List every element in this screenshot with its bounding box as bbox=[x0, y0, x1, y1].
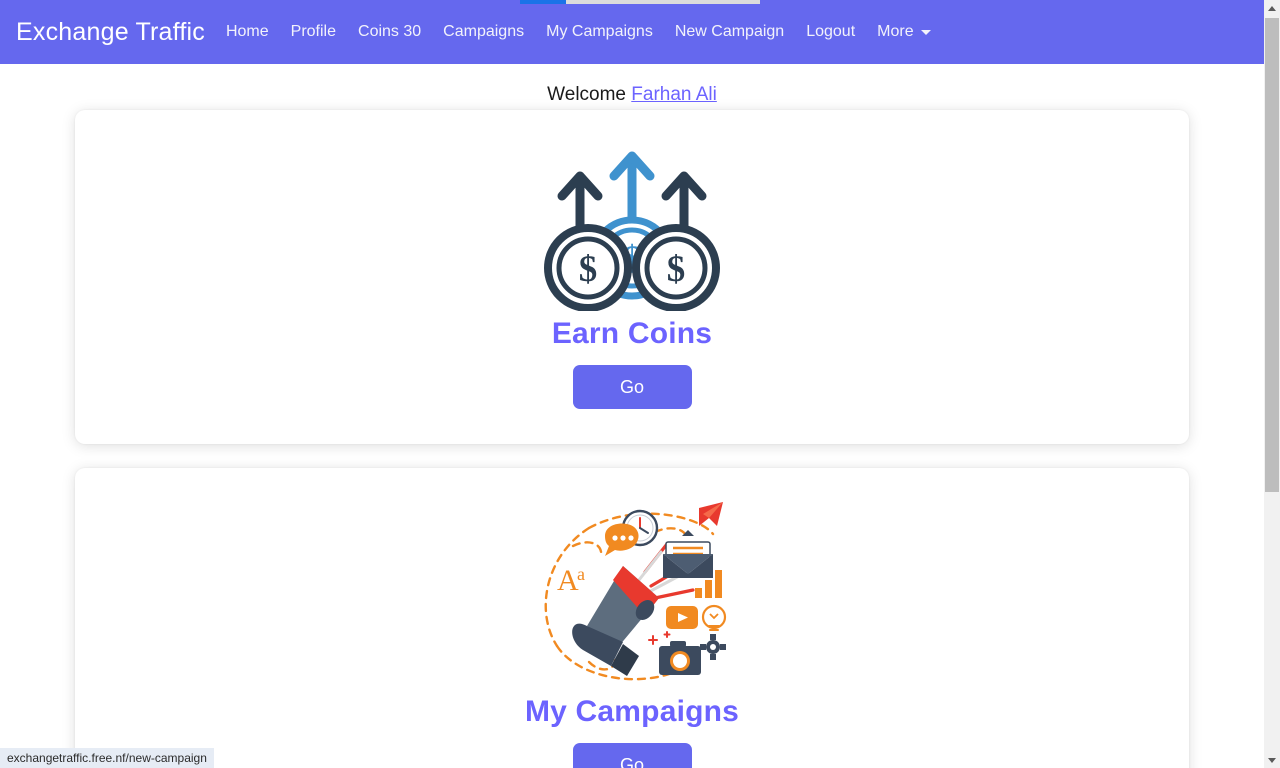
scrollbar-down-arrow-icon[interactable] bbox=[1264, 752, 1280, 768]
svg-text:$: $ bbox=[667, 249, 686, 290]
nav-campaigns[interactable]: Campaigns bbox=[432, 17, 535, 47]
page-loading-bar-fill bbox=[520, 0, 566, 4]
coins-with-up-arrows-icon: $ $ $ bbox=[544, 151, 720, 311]
nav-links: Home Profile Coins 30 Campaigns My Campa… bbox=[215, 17, 942, 47]
nav-profile[interactable]: Profile bbox=[280, 17, 347, 47]
page-content: Welcome Farhan Ali $ $ $ Earn Coins Go A… bbox=[0, 64, 1264, 768]
nav-my-campaigns[interactable]: My Campaigns bbox=[535, 17, 664, 47]
card-my-campaigns-go-button[interactable]: Go bbox=[572, 743, 692, 768]
nav-more-dropdown[interactable]: More bbox=[866, 17, 941, 47]
svg-text:$: $ bbox=[579, 249, 598, 290]
card-earn-coins-title: Earn Coins bbox=[551, 317, 713, 350]
welcome-prefix: Welcome bbox=[547, 84, 632, 105]
browser-viewport: Exchange Traffic Home Profile Coins 30 C… bbox=[0, 0, 1280, 768]
welcome-heading: Welcome Farhan Ali bbox=[0, 64, 1264, 110]
card-earn-coins-go-button[interactable]: Go bbox=[572, 365, 692, 409]
scrollbar-up-arrow-icon[interactable] bbox=[1264, 0, 1280, 16]
chevron-down-icon bbox=[920, 29, 931, 35]
card-my-campaigns-title: My Campaigns bbox=[524, 695, 740, 728]
brand-logo[interactable]: Exchange Traffic bbox=[16, 18, 205, 47]
card-my-campaigns[interactable]: A a My Campaigns Go bbox=[75, 468, 1189, 768]
card-earn-coins[interactable]: $ $ $ Earn Coins Go bbox=[75, 110, 1189, 444]
page-loading-bar bbox=[520, 0, 760, 4]
page-scrollbar[interactable] bbox=[1264, 0, 1280, 768]
welcome-user-link[interactable]: Farhan Ali bbox=[631, 84, 717, 105]
svg-text:a: a bbox=[577, 564, 585, 584]
nav-new-campaign[interactable]: New Campaign bbox=[664, 17, 795, 47]
nav-coins[interactable]: Coins 30 bbox=[347, 17, 432, 47]
nav-logout[interactable]: Logout bbox=[795, 17, 866, 47]
nav-more-label: More bbox=[877, 23, 914, 40]
nav-home[interactable]: Home bbox=[215, 17, 280, 47]
megaphone-marketing-icon: A a bbox=[544, 502, 727, 681]
browser-status-bar: exchangetraffic.free.nf/new-campaign bbox=[0, 748, 214, 768]
scrollbar-thumb[interactable] bbox=[1265, 18, 1279, 492]
svg-text:A: A bbox=[557, 564, 579, 597]
main-navbar: Exchange Traffic Home Profile Coins 30 C… bbox=[0, 0, 1264, 64]
